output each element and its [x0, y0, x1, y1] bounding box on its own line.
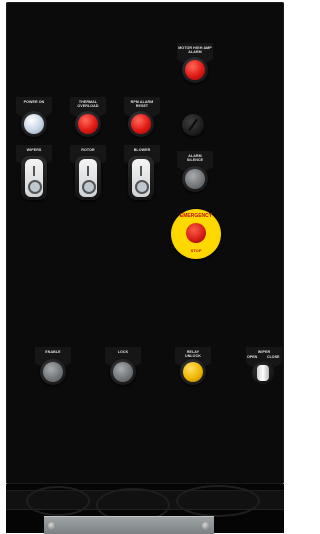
- rpm-alarm-reset-label: RPM ALARM RESET: [130, 100, 154, 109]
- cable: [26, 486, 90, 516]
- emergency-stop-button[interactable]: EMERGENCY STOP: [171, 209, 221, 259]
- cable: [176, 485, 260, 517]
- red-lamp-icon: [78, 114, 98, 134]
- off-mark: [82, 180, 96, 194]
- on-mark: [33, 166, 35, 176]
- thermal-overload-lamp: [75, 111, 101, 137]
- wiper-selector-switch[interactable]: [252, 362, 274, 384]
- blower-push-pull-button[interactable]: [128, 156, 154, 200]
- emergency-label: EMERGENCY: [179, 213, 213, 219]
- power-on-lamp: [21, 111, 47, 137]
- stop-label: STOP: [190, 248, 202, 253]
- wiper-close-label: CLOSE: [267, 355, 280, 359]
- estop-mushroom-icon: [186, 223, 206, 243]
- push-pull-icon: [132, 159, 150, 197]
- blower-label: BLOWER: [133, 148, 151, 152]
- rotor-label: ROTOR: [81, 148, 95, 152]
- selector-switch-icon: [257, 365, 269, 381]
- enable-label: ENABLE: [45, 350, 61, 354]
- on-mark: [140, 166, 142, 176]
- on-mark: [87, 166, 89, 176]
- relay-unlock-button[interactable]: [180, 359, 206, 385]
- wipers-label: WIPERS: [26, 148, 42, 152]
- lock-label: LOCK: [117, 350, 129, 354]
- key-slot: [188, 118, 198, 132]
- mounting-bracket: [44, 516, 214, 534]
- grey-button-icon: [43, 362, 63, 382]
- grey-button-icon: [185, 169, 205, 189]
- amber-button-icon: [183, 362, 203, 382]
- wiper-open-label: OPEN: [247, 355, 258, 359]
- wipers-push-pull-button[interactable]: [21, 156, 47, 200]
- off-mark: [28, 180, 42, 194]
- thermal-overload-label: THERMAL OVERLOAD: [77, 100, 99, 109]
- motor-high-amp-alarm-lamp: [182, 57, 208, 83]
- red-lamp-icon: [185, 60, 205, 80]
- push-pull-icon: [79, 159, 97, 197]
- screw-icon: [48, 522, 56, 530]
- rpm-alarm-reset-button[interactable]: [128, 111, 154, 137]
- alarm-silence-button[interactable]: [182, 166, 208, 192]
- enable-button[interactable]: [40, 359, 66, 385]
- clear-lamp-icon: [24, 114, 44, 134]
- motor-high-amp-alarm-label: MOTOR HIGH AMP ALARM: [178, 46, 212, 55]
- relay-unlock-label: RELAY UNLOCK: [185, 350, 201, 359]
- rotor-push-pull-button[interactable]: [75, 156, 101, 200]
- lock-button[interactable]: [110, 359, 136, 385]
- alarm-silence-label: ALARM SILENCE: [186, 154, 204, 163]
- grey-button-icon: [113, 362, 133, 382]
- screw-icon: [202, 522, 210, 530]
- red-button-icon: [131, 114, 151, 134]
- key-switch-icon[interactable]: [182, 114, 204, 136]
- push-pull-icon: [25, 159, 43, 197]
- off-mark: [135, 180, 149, 194]
- control-panel: [6, 2, 284, 484]
- power-on-label: POWER ON: [23, 100, 45, 104]
- wiper-label: WIPER: [257, 350, 271, 354]
